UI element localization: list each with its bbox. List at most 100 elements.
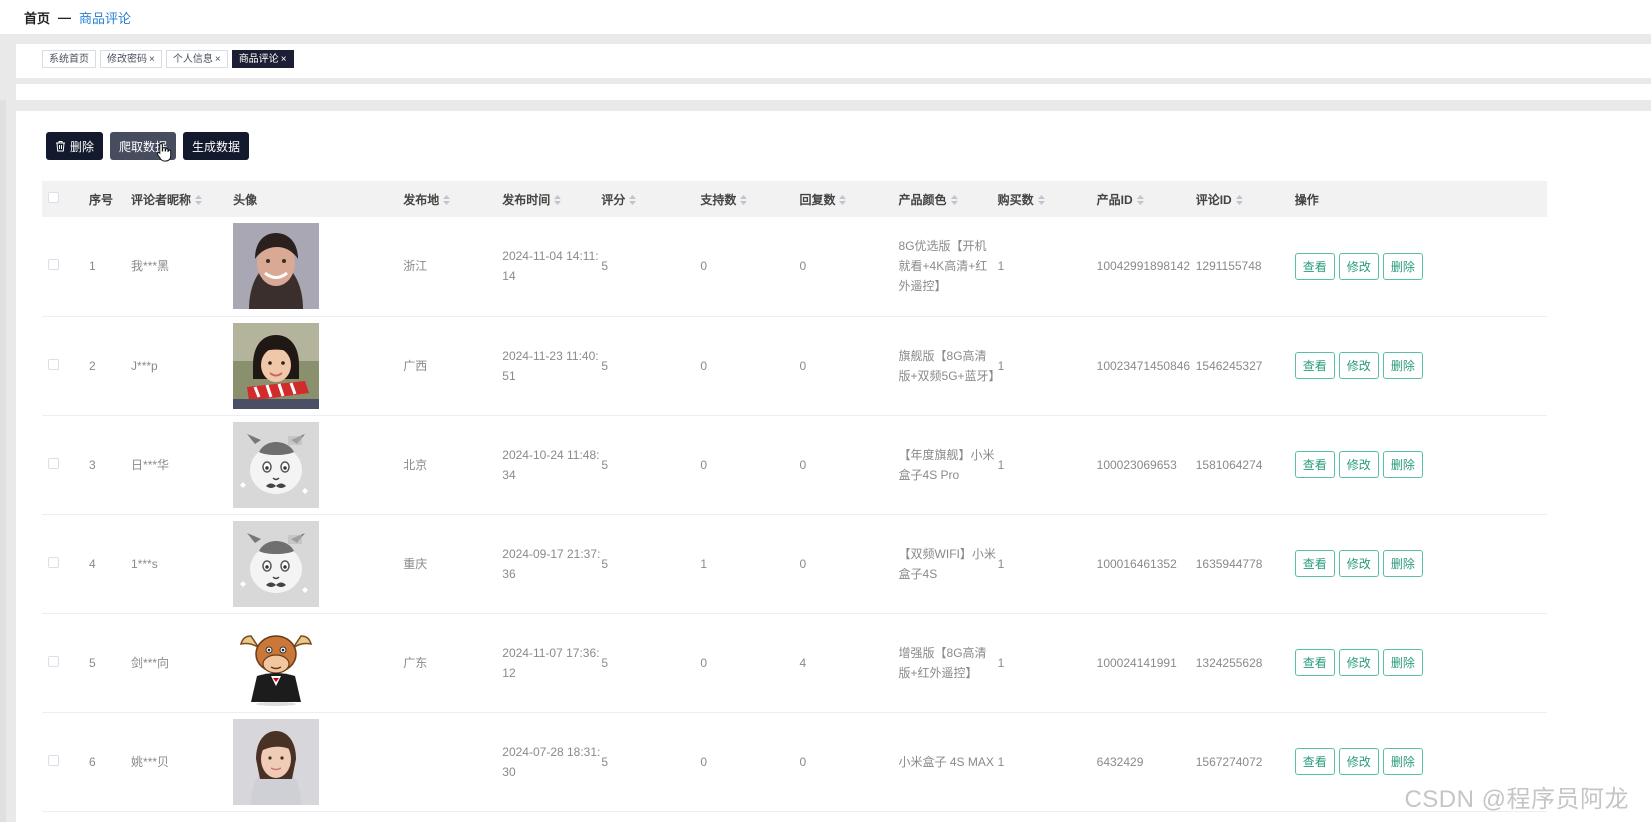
sort-icon[interactable]	[950, 195, 958, 206]
edit-button[interactable]: 修改	[1338, 649, 1379, 676]
edit-button[interactable]: 修改	[1338, 550, 1379, 577]
toolbar: 删除 爬取数据 生成数据	[46, 132, 250, 160]
breadcrumb-home[interactable]: 首页	[24, 8, 50, 27]
sort-icon[interactable]	[554, 195, 562, 206]
delete-button[interactable]: 删除	[46, 132, 104, 160]
edit-button[interactable]: 修改	[1338, 451, 1379, 478]
table-row: 4 1***s 重庆 2024-09-17 21:37:36 5 1 0 【双频…	[42, 514, 1547, 614]
tab-home[interactable]: 系统首页	[42, 50, 96, 68]
view-button[interactable]: 查看	[1294, 252, 1335, 280]
breadcrumb-current[interactable]: 商品评论	[79, 8, 131, 27]
avatar	[233, 322, 403, 409]
cell-time: 2024-11-23 11:40:51	[502, 316, 602, 416]
header-label: 产品ID	[1096, 192, 1133, 207]
row-delete-button[interactable]: 删除	[1382, 649, 1423, 676]
cell-likes: 0	[700, 613, 800, 713]
sort-icon[interactable]	[443, 195, 451, 206]
header-label: 购买数	[997, 192, 1034, 207]
cell-buy-count: 1	[997, 217, 1097, 317]
row-checkbox[interactable]	[48, 655, 59, 667]
cell-score: 5	[601, 217, 701, 317]
row-checkbox[interactable]	[48, 556, 59, 568]
cell-location: 重庆	[403, 514, 503, 614]
cell-index: 4	[89, 514, 132, 614]
header-score[interactable]: 评分	[601, 181, 700, 217]
edit-button[interactable]: 修改	[1338, 252, 1379, 280]
tab-profile[interactable]: 个人信息 ×	[165, 50, 228, 68]
row-delete-button[interactable]: 删除	[1382, 252, 1423, 280]
breadcrumb-separator: —	[58, 9, 72, 25]
row-checkbox[interactable]	[48, 754, 59, 766]
sort-icon[interactable]	[195, 195, 203, 206]
header-location[interactable]: 发布地	[403, 181, 502, 217]
row-actions: 查看 修改 删除	[1294, 748, 1547, 775]
view-button[interactable]: 查看	[1294, 550, 1335, 577]
close-icon[interactable]: ×	[149, 54, 155, 65]
edit-button[interactable]: 修改	[1338, 748, 1379, 775]
tab-label: 系统首页	[49, 54, 89, 65]
view-button[interactable]: 查看	[1294, 451, 1335, 478]
tab-bar: 系统首页 修改密码 × 个人信息 × 商品评论 ×	[16, 44, 1651, 78]
row-checkbox[interactable]	[48, 457, 59, 469]
cell-score: 5	[601, 316, 701, 416]
avatar-image	[233, 520, 320, 607]
row-select-cell	[42, 316, 90, 416]
sort-icon[interactable]	[839, 195, 847, 206]
cell-replies: 0	[799, 712, 899, 812]
cell-comment-id: 1324255628	[1195, 613, 1295, 713]
header-label: 评论ID	[1195, 192, 1232, 207]
sort-icon[interactable]	[1235, 195, 1243, 206]
header-buy-count[interactable]: 购买数	[998, 181, 1097, 217]
row-checkbox[interactable]	[48, 259, 59, 271]
cell-index: 2	[89, 316, 132, 416]
close-icon[interactable]: ×	[215, 54, 221, 65]
cell-nickname: 日***华	[131, 415, 234, 515]
header-comment-id[interactable]: 评论ID	[1196, 181, 1295, 217]
sort-icon[interactable]	[629, 195, 637, 206]
avatar-image	[233, 223, 320, 310]
cell-likes: 0	[700, 712, 800, 812]
sort-icon[interactable]	[740, 195, 748, 206]
table-header-row: 序号 评论者昵称 头像 发布地 发布时间 评分 支持数 回复数 产品颜色 购买数…	[42, 181, 1547, 217]
sort-icon[interactable]	[1037, 195, 1045, 206]
cell-nickname: J***p	[131, 316, 234, 416]
cell-avatar	[233, 415, 404, 515]
header-select-all[interactable]	[42, 181, 89, 217]
view-button[interactable]: 查看	[1294, 748, 1335, 775]
cell-replies: 0	[799, 415, 899, 515]
cell-nickname: 我***黑	[131, 217, 234, 317]
cell-product-id: 10023471450846	[1096, 316, 1196, 416]
cell-nickname: 1***s	[131, 514, 234, 614]
tab-change-password[interactable]: 修改密码 ×	[100, 50, 162, 68]
row-checkbox[interactable]	[48, 358, 59, 370]
cell-actions: 查看 修改 删除	[1294, 613, 1547, 713]
edit-button[interactable]: 修改	[1338, 352, 1379, 379]
sort-icon[interactable]	[1136, 195, 1144, 206]
row-delete-button[interactable]: 删除	[1382, 451, 1423, 478]
tab-product-comments[interactable]: 商品评论 ×	[231, 50, 294, 68]
view-button[interactable]: 查看	[1294, 352, 1335, 379]
header-color[interactable]: 产品颜色	[899, 181, 998, 217]
row-delete-button[interactable]: 删除	[1382, 550, 1423, 577]
row-select-cell	[42, 712, 90, 812]
close-icon[interactable]: ×	[281, 54, 287, 65]
select-all-checkbox[interactable]	[48, 192, 59, 203]
row-delete-button[interactable]: 删除	[1382, 352, 1423, 379]
cell-actions: 查看 修改 删除	[1294, 514, 1547, 614]
header-replies[interactable]: 回复数	[799, 181, 898, 217]
cell-actions: 查看 修改 删除	[1294, 217, 1547, 317]
cell-buy-count: 1	[997, 613, 1097, 713]
view-button[interactable]: 查看	[1294, 649, 1335, 676]
generate-data-button[interactable]: 生成数据	[183, 132, 250, 160]
cell-comment-id: 1635944778	[1195, 514, 1295, 614]
header-nickname[interactable]: 评论者昵称	[131, 181, 233, 217]
generate-label: 生成数据	[192, 139, 241, 154]
header-likes[interactable]: 支持数	[700, 181, 799, 217]
cell-location: 浙江	[403, 217, 503, 317]
hand-cursor-icon	[156, 142, 172, 162]
header-time[interactable]: 发布时间	[502, 181, 601, 217]
header-product-id[interactable]: 产品ID	[1097, 181, 1196, 217]
row-delete-button[interactable]: 删除	[1382, 748, 1423, 775]
cell-index: 5	[89, 613, 132, 713]
cell-time: 2024-09-17 21:37:36	[502, 514, 602, 614]
